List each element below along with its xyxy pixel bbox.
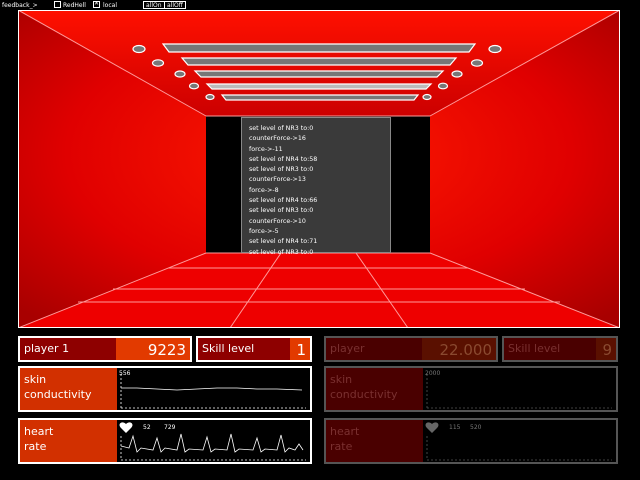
player1-skin-graph: 556 (117, 368, 310, 410)
skin-label-line2: conductivity (24, 388, 92, 401)
log-line: set level of NR3 to:0 (249, 125, 314, 132)
player2-skin-panel: skin conductivity 2000 (324, 366, 618, 412)
player1-heart-value-1: 52 (143, 424, 151, 431)
player1-heart-graph: 52 729 (117, 420, 310, 462)
log-line: set level of NR3 to:0 (249, 207, 314, 215)
log-line: force->-5 (249, 227, 279, 235)
skin-label-line2: conductivity (330, 388, 398, 401)
player2-skin-graph: 2000 (423, 368, 616, 410)
heart-label-line2: rate (330, 440, 353, 453)
player1-skin-panel: skin conductivity 556 (18, 366, 312, 412)
player2-heart-panel: heart rate 115 520 (324, 418, 618, 464)
heart-label-line1: heart (330, 425, 360, 438)
player1-heart-label: heart rate (20, 420, 117, 462)
log-line: force->-8 (249, 186, 279, 194)
heart-icon (425, 422, 439, 433)
log-line: set level of NR3 to:0 (249, 248, 314, 256)
heart-label-line1: heart (24, 425, 54, 438)
player2-heart-value-1: 115 (449, 424, 461, 431)
log-line: counterForce->13 (249, 176, 306, 184)
log-line: set level of NR3 to:0 (249, 166, 314, 174)
local-checkbox[interactable] (93, 0, 100, 8)
player2-score-panel: player 22.000 (324, 336, 498, 362)
skin-label-line1: skin (330, 373, 353, 386)
log-line: set level of NR4 to:66 (249, 197, 318, 205)
player2-heart-label: heart rate (326, 420, 423, 462)
skin-label-line1: skin (24, 373, 47, 386)
player2-skill-panel: Skill level 9 (502, 336, 618, 362)
player1-skill-value: 1 (290, 338, 310, 360)
feedback-label: feedback_> (2, 2, 38, 9)
redhell-checkbox[interactable] (54, 1, 61, 8)
log-line: set level of NR4 to:71 (249, 238, 318, 246)
player2-skin-label: skin conductivity (326, 368, 423, 410)
heart-icon (119, 422, 133, 433)
player2-score: 22.000 (422, 338, 496, 360)
player1-skin-label: skin conductivity (20, 368, 117, 410)
player2-skill-value: 9 (596, 338, 616, 360)
redhell-label: RedHell (63, 2, 86, 9)
player2-heart-graph: 115 520 (423, 420, 616, 462)
player1-skill-label: Skill level (198, 338, 290, 360)
player1-name: player 1 (20, 338, 116, 360)
log-line: counterForce->10 (249, 217, 306, 225)
player1-score-panel: player 1 9223 (18, 336, 192, 362)
player1-heart-value-2: 729 (164, 424, 176, 431)
player2-name: player (326, 338, 422, 360)
player1-score: 9223 (116, 338, 190, 360)
player1-skill-panel: Skill level 1 (196, 336, 312, 362)
log-line: counterForce->16 (249, 135, 306, 143)
log-line: set level of NR4 to:58 (249, 155, 318, 163)
heart-label-line2: rate (24, 440, 47, 453)
event-log: set level of NR3 to:0 counterForce->16 f… (241, 117, 391, 256)
player2-heart-value-2: 520 (470, 424, 482, 431)
local-label: local (103, 2, 117, 9)
all-on-button[interactable]: allOn (143, 1, 165, 9)
all-off-button[interactable]: allOff (164, 1, 186, 9)
log-line: force->-11 (249, 145, 283, 153)
player1-heart-panel: heart rate 52 729 (18, 418, 312, 464)
player2-skill-label: Skill level (504, 338, 596, 360)
